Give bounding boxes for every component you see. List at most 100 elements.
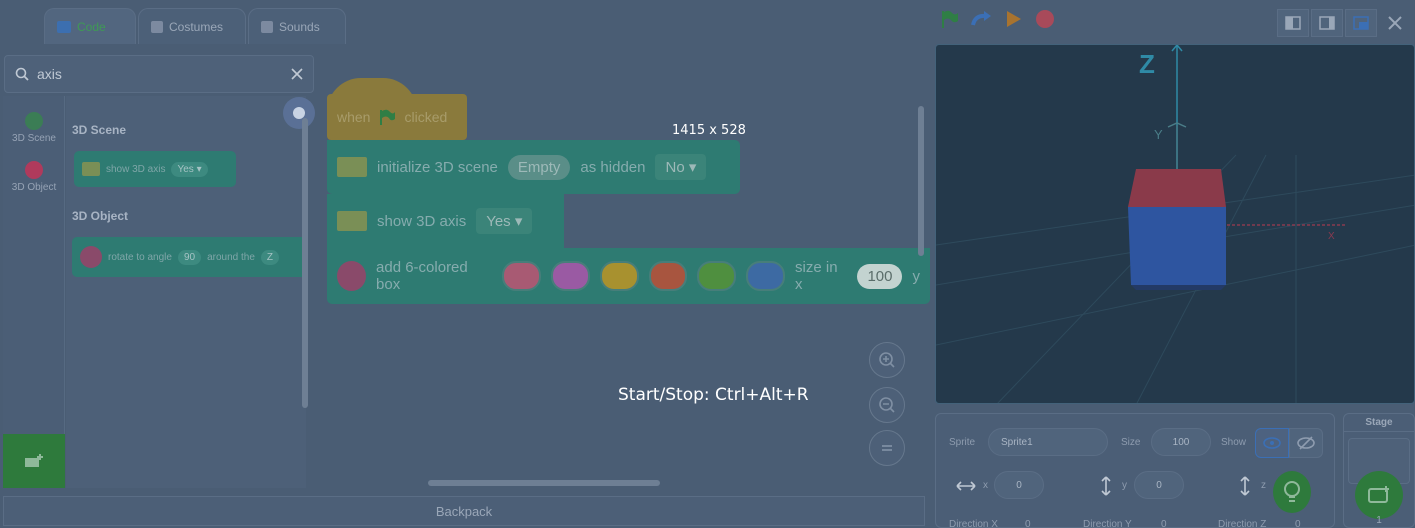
palette-block-rotate[interactable]: rotate to angle 90 around the Z [72,237,306,277]
sprite-label: Sprite [949,437,976,448]
fullscreen-icon[interactable] [1379,9,1411,37]
y-label: y [1122,480,1127,491]
normal-stage-icon[interactable] [1311,9,1343,37]
color-swatch-5[interactable] [697,261,737,291]
green-flag-icon [380,109,396,125]
direction-x-value[interactable]: 0 [1025,519,1031,528]
y-field[interactable]: 0 [1134,471,1184,499]
small-stage-icon[interactable] [1277,9,1309,37]
block-label: initialize 3D scene [377,158,498,176]
block-palette: 3D Scene show 3D axis Yes ▾ 3D Object ro… [66,96,306,488]
size-x-input[interactable]: 100 [857,263,903,289]
axis-dropdown[interactable]: Z [260,249,279,265]
x-label: x [983,480,988,491]
add-6-colored-box-block[interactable]: add 6-colored box size in x 100 y [327,248,930,304]
color-swatch-1[interactable] [502,261,541,291]
tab-costumes-label: Costumes [169,19,224,34]
category-menu: 3D Scene 3D Object [3,96,65,488]
hat-when-label: when [337,109,371,125]
stage-canvas[interactable]: Z Y X [935,44,1415,404]
turbo-icon[interactable] [1002,8,1024,30]
dropdown-value: No [665,159,685,176]
sprite-info-pane: Sprite Sprite1 Size 100 Show x 0 y 0 z D… [935,413,1335,528]
direction-z-label: Direction Z [1218,519,1267,528]
3d-object-block-icon [337,261,367,291]
palette-scrollbar[interactable] [302,118,308,408]
z-label: z [1261,480,1266,491]
stage-selector-pane[interactable]: Stage 1 [1343,413,1415,528]
zoom-reset-button[interactable] [869,430,905,466]
speaker-icon [261,20,273,33]
sprite-name-field[interactable]: Sprite1 [988,428,1108,456]
horizontal-arrows-icon [956,481,976,491]
tab-sounds[interactable]: Sounds [248,8,346,44]
block-label: size in x [795,259,838,293]
show-axis-dropdown[interactable]: Yes ▾ [171,161,208,177]
code-icon [57,20,71,33]
block-search-bar[interactable]: axis [4,55,314,93]
extension-badge-icon [283,97,315,129]
show-3d-axis-block[interactable]: show 3D axis Yes ▾ [327,194,564,248]
block-label: show 3D axis [106,163,166,175]
block-label: add 6-colored box [376,259,468,293]
color-swatch-2[interactable] [550,261,590,291]
initialize-3d-scene-block[interactable]: initialize 3D scene Empty as hidden No ▾ [327,140,740,194]
palette-section-3d-scene: 3D Scene [72,123,127,137]
block-label: rotate to angle [108,251,172,263]
show-axis-dropdown[interactable]: Yes ▾ [476,208,533,234]
stop-icon[interactable] [1034,8,1056,30]
block-label: as hidden [580,158,646,176]
workspace-scrollbar-horizontal[interactable] [428,480,660,486]
wide-stage-icon[interactable] [1345,9,1377,37]
screen-size-overlay: 1415 x 528 [672,123,746,138]
green-flag-icon[interactable] [938,8,960,30]
block-label: show 3D axis [377,212,467,230]
palette-section-3d-object: 3D Object [72,209,129,223]
hide-sprite-button[interactable] [1289,428,1323,458]
add-sprite-button[interactable] [1273,471,1311,513]
size-label: Size [1121,437,1141,448]
zoom-in-icon [879,352,895,368]
y-axis-label: Y [1154,127,1163,142]
direction-z-value[interactable]: 0 [1295,519,1301,528]
3d-scene-icon [25,112,43,130]
show-sprite-button[interactable] [1255,428,1289,458]
when-flag-clicked-block[interactable]: when clicked [327,78,467,140]
workspace-scrollbar-vertical[interactable] [918,106,924,256]
palette-block-show-axis[interactable]: show 3D axis Yes ▾ [74,151,236,187]
3d-scene-block-icon [337,157,367,177]
size-field[interactable]: 100 [1151,428,1211,456]
tab-code[interactable]: Code [44,8,136,44]
3d-scene-block-icon [337,211,367,231]
zoom-out-button[interactable] [869,387,905,423]
direction-y-value[interactable]: 0 [1161,519,1167,528]
category-3d-object[interactable]: 3D Object [3,161,65,193]
x-field[interactable]: 0 [994,471,1044,499]
z-axis-label: Z [1139,49,1155,79]
color-swatch-6[interactable] [746,261,786,291]
tab-costumes[interactable]: Costumes [138,8,246,44]
recording-shortcut-overlay: Start/Stop: Ctrl+Alt+R [618,385,809,405]
angle-input[interactable]: 90 [177,249,202,265]
search-input[interactable]: axis [37,66,283,82]
color-swatch-3[interactable] [599,261,639,291]
add-extension-button[interactable] [3,434,65,488]
clear-search-icon[interactable] [291,68,303,80]
add-backdrop-button[interactable] [1355,471,1403,519]
tab-sounds-label: Sounds [279,19,320,34]
backpack-bar[interactable]: Backpack [3,496,925,526]
block-label: y [912,267,920,285]
3d-object-block-icon [80,246,102,268]
category-3d-scene[interactable]: 3D Scene [3,112,65,144]
brush-icon [151,20,163,33]
search-icon [15,67,29,81]
add-extension-icon [25,454,43,467]
zoom-in-button[interactable] [869,342,905,378]
3d-scene-block-icon [82,162,100,176]
block-label: around the [207,251,255,263]
color-swatch-4[interactable] [648,261,688,291]
x-axis-label: X [1328,231,1335,242]
hidden-dropdown[interactable]: No ▾ [655,154,707,180]
scene-dropdown[interactable]: Empty [507,154,571,180]
redo-icon[interactable] [970,8,992,30]
